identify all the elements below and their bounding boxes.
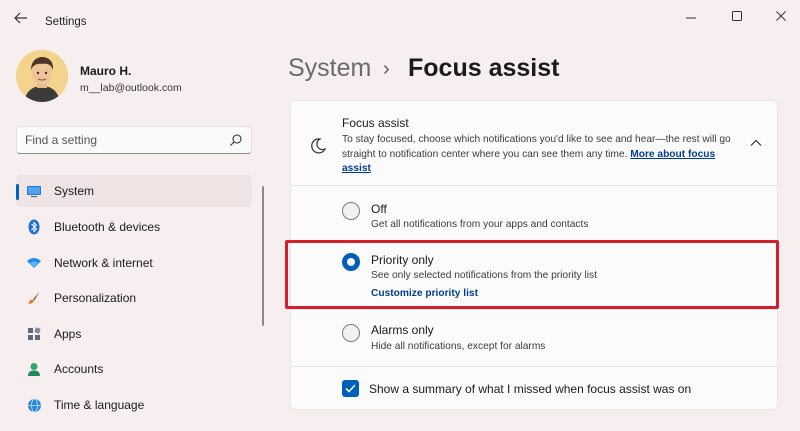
focus-assist-panel: Focus assist To stay focused, choose whi… bbox=[290, 100, 778, 410]
title-bar: Settings bbox=[0, 0, 800, 34]
option-priority-title: Priority only bbox=[371, 253, 434, 267]
option-priority-description: See only selected notifications from the… bbox=[371, 270, 597, 281]
page-title: Focus assist bbox=[408, 54, 560, 82]
option-off-description: Get all notifications from your apps and… bbox=[371, 219, 589, 230]
avatar[interactable] bbox=[16, 50, 68, 102]
checkmark-icon bbox=[345, 384, 356, 393]
sidebar-item-label: Bluetooth & devices bbox=[54, 220, 161, 234]
back-arrow-icon bbox=[14, 12, 27, 24]
close-icon bbox=[776, 11, 786, 21]
active-indicator bbox=[16, 184, 19, 200]
breadcrumb-separator: › bbox=[383, 58, 390, 80]
user-avatar-icon bbox=[16, 50, 68, 102]
sidebar-item-label: Accounts bbox=[54, 362, 104, 376]
minimize-button[interactable] bbox=[676, 6, 706, 26]
focus-assist-description: To stay focused, choose which notificati… bbox=[342, 133, 732, 177]
app-title: Settings bbox=[45, 16, 87, 28]
customize-priority-list-link[interactable]: Customize priority list bbox=[371, 288, 478, 299]
divider bbox=[291, 241, 777, 242]
divider bbox=[291, 366, 777, 367]
brush-icon bbox=[26, 290, 42, 306]
globe-clock-icon bbox=[26, 397, 42, 413]
option-alarms-description: Hide all notifications, except for alarm… bbox=[371, 341, 546, 352]
maximize-icon bbox=[732, 11, 742, 21]
sidebar-item-label: Personalization bbox=[54, 291, 137, 305]
minimize-icon bbox=[686, 17, 696, 19]
sidebar-item-time-language[interactable]: Time & language bbox=[16, 389, 252, 421]
maximize-button[interactable] bbox=[722, 6, 752, 26]
sidebar-item-bluetooth[interactable]: Bluetooth & devices bbox=[16, 211, 252, 243]
summary-checkbox-label[interactable]: Show a summary of what I missed when foc… bbox=[369, 382, 691, 396]
user-email: m__lab@outlook.com bbox=[80, 82, 182, 94]
chevron-up-icon[interactable] bbox=[749, 137, 763, 149]
sidebar-scrollbar[interactable] bbox=[262, 186, 264, 326]
bluetooth-icon bbox=[26, 219, 42, 235]
wifi-icon bbox=[26, 255, 42, 271]
apps-icon bbox=[26, 326, 42, 342]
sidebar-item-label: System bbox=[54, 184, 95, 198]
focus-assist-title: Focus assist bbox=[342, 116, 409, 130]
radio-alarms-only[interactable] bbox=[342, 324, 360, 342]
close-button[interactable] bbox=[766, 6, 796, 26]
sidebar-item-network[interactable]: Network & internet bbox=[16, 247, 252, 279]
sidebar-item-label: Network & internet bbox=[54, 256, 153, 270]
person-icon bbox=[26, 361, 42, 377]
search-input[interactable] bbox=[17, 127, 217, 153]
sidebar-item-apps[interactable]: Apps bbox=[16, 318, 252, 350]
sidebar-item-label: Apps bbox=[54, 327, 82, 341]
search-icon[interactable] bbox=[229, 133, 243, 147]
system-icon bbox=[26, 183, 42, 199]
breadcrumb-parent[interactable]: System bbox=[288, 54, 371, 83]
sidebar-item-accounts[interactable]: Accounts bbox=[16, 353, 252, 385]
search-box[interactable] bbox=[16, 126, 252, 154]
radio-off[interactable] bbox=[342, 202, 360, 220]
divider bbox=[291, 309, 777, 310]
option-off-title: Off bbox=[371, 202, 387, 216]
summary-checkbox[interactable] bbox=[342, 380, 359, 397]
moon-icon bbox=[311, 138, 327, 154]
user-name: Mauro H. bbox=[80, 64, 132, 78]
option-alarms-title: Alarms only bbox=[371, 323, 434, 337]
radio-priority-only[interactable] bbox=[342, 253, 360, 271]
back-button[interactable] bbox=[10, 8, 32, 28]
sidebar-item-label: Time & language bbox=[54, 398, 145, 412]
sidebar-item-personalization[interactable]: Personalization bbox=[16, 282, 252, 314]
sidebar-item-system[interactable]: System bbox=[16, 175, 252, 207]
focus-assist-header[interactable]: Focus assist To stay focused, choose whi… bbox=[291, 101, 777, 186]
